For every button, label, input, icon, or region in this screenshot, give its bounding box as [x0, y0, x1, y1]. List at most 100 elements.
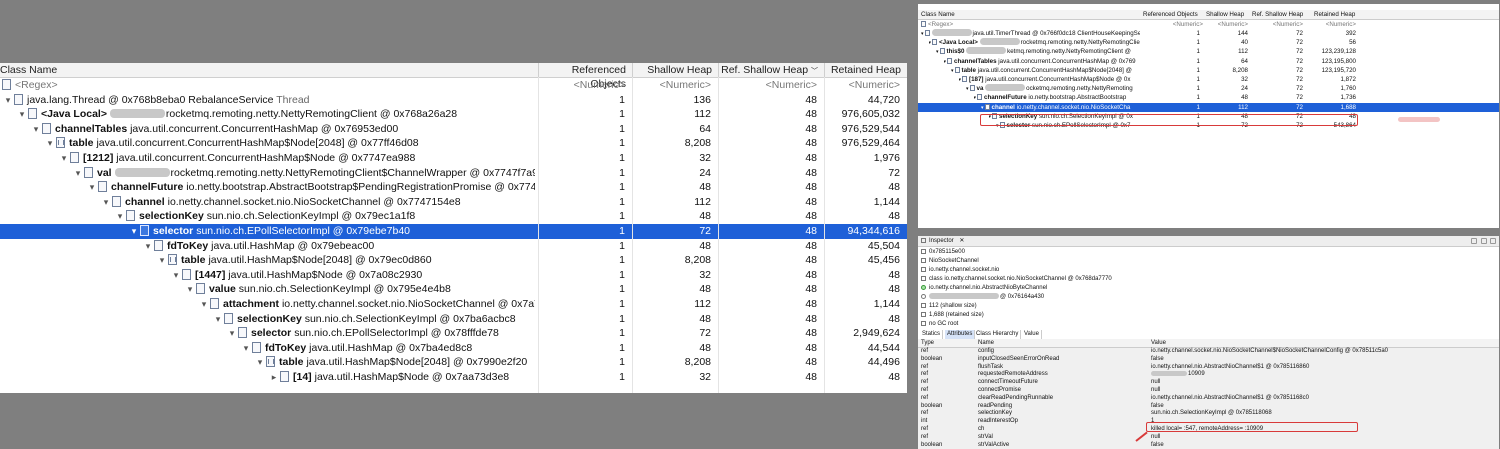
table-row[interactable]: ▾ channel io.netty.channel.socket.nio.Nio… [918, 102, 1499, 112]
shallow-filter-input[interactable]: <Numeric> [1208, 20, 1248, 29]
table-row[interactable]: ▾ channel io.netty.channel.socket.nio.Nio… [0, 195, 907, 210]
attribute-row[interactable]: boolean readPending false [918, 402, 1499, 411]
tree-toggle-icon[interactable]: ▾ [929, 40, 932, 46]
col-shallow-heap[interactable]: Shallow Heap [632, 63, 718, 77]
attribute-row[interactable]: ref config io.netty.channel.socket.nio.Nio… [918, 348, 1499, 356]
ref-shallow-filter-input[interactable]: <Numeric> [1263, 20, 1303, 29]
tree-toggle-icon[interactable]: ▸ [268, 370, 280, 385]
regex-filter-input[interactable]: <Regex> [921, 20, 953, 29]
tree-toggle-icon[interactable]: ▾ [156, 253, 168, 268]
minimize-icon[interactable] [1490, 238, 1496, 244]
shallow-filter-input[interactable]: <Numeric> [632, 78, 718, 93]
sync-icon[interactable] [1471, 238, 1477, 244]
table-row[interactable]: ▾ selector sun.nio.ch.EPollSelectorImpl @… [0, 326, 907, 341]
attribute-row[interactable]: boolean inputClosedSeenErrorOnRead false [918, 355, 1499, 364]
tree-toggle-icon[interactable]: ▾ [198, 297, 210, 312]
table-row[interactable]: ▾ table java.util.concurrent.ConcurrentHa… [918, 66, 1499, 75]
tree-toggle-icon[interactable]: ▾ [921, 31, 924, 37]
table-row[interactable]: ▾ selectionKey sun.nio.ch.SelectionKeyImp… [0, 312, 907, 327]
attribute-row[interactable]: boolean strValActive false [918, 441, 1499, 449]
table-row[interactable]: ▾ channelTables java.util.concurrent.Conc… [0, 122, 907, 137]
attr-col-name[interactable]: Name [978, 339, 994, 347]
tree-toggle-icon[interactable]: ▾ [966, 86, 969, 92]
tree-toggle-icon[interactable]: ▾ [44, 136, 56, 151]
attribute-row[interactable]: ref clearReadPendingRunnable io.netty.chan… [918, 394, 1499, 403]
tab-statics[interactable]: Statics [920, 330, 944, 339]
tree-toggle-icon[interactable]: ▾ [128, 224, 140, 239]
attribute-row[interactable]: ref requestedRemoteAddress 10909 [918, 371, 1499, 380]
col-ref-shallow-heap[interactable]: Ref. Shallow Heap ﹀ [718, 63, 824, 77]
tree-toggle-icon[interactable]: ▾ [254, 355, 266, 370]
table-row[interactable]: ▾ selector sun.nio.ch.EPollSelectorImpl @… [0, 224, 907, 239]
table-row[interactable]: ▾ [1212] java.util.concurrent.ConcurrentH… [0, 151, 907, 166]
tree-toggle-icon[interactable]: ▾ [30, 122, 42, 137]
table-row[interactable]: ▾ java.lang.Thread @ 0x768b8eba0 Rebalanc… [0, 93, 907, 108]
col-class-name[interactable]: Class Name [0, 63, 538, 77]
attribute-row[interactable]: ref flushTask io.netty.channel.nio.Abstrac… [918, 363, 1499, 372]
tree-toggle-icon[interactable]: ▾ [2, 93, 14, 108]
table-row[interactable]: ▾ channelFuture io.netty.bootstrap.Abstra… [918, 93, 1499, 102]
table-row[interactable]: ▾ <Java Local> rocketmq.remoting.netty.Ne… [918, 38, 1499, 47]
table-row[interactable]: ▾ [1447] java.util.HashMap$Node @ 0x7a08c… [0, 268, 907, 283]
tree-toggle-icon[interactable]: ▾ [226, 326, 238, 341]
table-row[interactable]: ▾ va ocketmq.remoting.netty.NettyRemoting… [918, 84, 1499, 93]
table-row[interactable]: ▾ table java.util.concurrent.ConcurrentHa… [0, 136, 907, 151]
retained-filter-input[interactable]: <Numeric> [824, 78, 907, 93]
tree-toggle-icon[interactable]: ▾ [86, 180, 98, 195]
attr-col-type[interactable]: Type [921, 339, 934, 347]
tree-toggle-icon[interactable]: ▾ [58, 151, 70, 166]
refs-filter-input[interactable]: <Numeric> [538, 78, 632, 93]
tree-toggle-icon[interactable]: ▾ [951, 68, 954, 74]
tree-toggle-icon[interactable]: ▾ [114, 209, 126, 224]
tree-toggle-icon[interactable]: ▾ [16, 107, 28, 122]
tree-toggle-icon[interactable]: ▾ [184, 282, 196, 297]
table-row[interactable]: ▾ attachment io.netty.channel.socket.nio.… [0, 297, 907, 312]
table-row[interactable]: ▾ table java.util.HashMap$Node[2048] @ 0x… [0, 355, 907, 370]
tree-toggle-icon[interactable]: ▾ [142, 239, 154, 254]
retained-filter-input[interactable]: <Numeric> [1316, 20, 1356, 29]
tab-value[interactable]: Value [1022, 330, 1042, 339]
ref-shallow-filter-input[interactable]: <Numeric> [718, 78, 824, 93]
table-row[interactable]: ▾ table java.util.HashMap$Node[2048] @ 0x… [0, 253, 907, 268]
rcol-class-name[interactable]: Class Name [921, 10, 955, 19]
table-row[interactable]: ▾ val rocketmq.remoting.netty.NettyRemoti… [0, 166, 907, 181]
col-referenced-objects[interactable]: Referenced Objects [538, 63, 632, 90]
tree-toggle-icon[interactable]: ▾ [72, 166, 84, 181]
tree-toggle-icon[interactable]: ▾ [212, 312, 224, 327]
table-row[interactable]: ▾ selectionKey sun.nio.ch.SelectionKeyImp… [0, 209, 907, 224]
tree-toggle-icon[interactable]: ▾ [944, 59, 947, 65]
table-row[interactable]: ▾ channelFuture io.netty.bootstrap.Abstra… [0, 180, 907, 195]
rcol-ref-shallow-heap[interactable]: Ref. Shallow Heap [1252, 10, 1303, 19]
attribute-row[interactable]: ref connectTimeoutFuture null [918, 379, 1499, 387]
attribute-row[interactable]: ref connectPromise null [918, 387, 1499, 395]
rcol-shallow-heap[interactable]: Shallow Heap [1206, 10, 1244, 19]
table-row[interactable]: ▾ this$0 ketmq.remoting.netty.NettyRemoti… [918, 47, 1499, 56]
attribute-row[interactable]: ref strVal null [918, 433, 1499, 442]
refs-filter-input[interactable]: <Numeric> [1163, 20, 1203, 29]
table-row[interactable]: ▾ <Java Local> rocketmq.remoting.netty.Ne… [0, 107, 907, 122]
table-row[interactable]: ▾ channelTables java.util.concurrent.Conc… [918, 57, 1499, 66]
table-row[interactable]: ▾ fdToKey java.util.HashMap @ 0x79ebeac00… [0, 239, 907, 254]
table-row[interactable]: ▾ fdToKey java.util.HashMap @ 0x7ba4ed8c8… [0, 341, 907, 356]
table-row[interactable]: ▾ value sun.nio.ch.SelectionKeyImpl @ 0x7… [0, 282, 907, 297]
col-retained-heap[interactable]: Retained Heap [824, 63, 907, 77]
tree-toggle-icon[interactable]: ▾ [240, 341, 252, 356]
close-icon[interactable]: ✕ [959, 238, 964, 244]
tab-class-hierarchy[interactable]: Class Hierarchy [974, 330, 1022, 339]
rcol-referenced-objects[interactable]: Referenced Objects [1143, 10, 1198, 19]
tree-toggle-icon[interactable]: ▾ [981, 105, 984, 111]
table-row[interactable]: ▾ java.util.TimerThread @ 0x766f0dc18 Cli… [918, 29, 1499, 38]
rcol-retained-heap[interactable]: Retained Heap [1314, 10, 1355, 19]
table-row[interactable]: ▸ [14] java.util.HashMap$Node @ 0x7aa73d3… [0, 370, 907, 385]
tree-toggle-icon[interactable]: ▾ [170, 268, 182, 283]
tree-toggle-icon[interactable]: ▾ [974, 95, 977, 101]
tree-toggle-icon[interactable]: ▾ [959, 77, 962, 83]
attr-col-value[interactable]: Value [1151, 339, 1166, 347]
regex-filter-input[interactable]: <Regex> [2, 78, 532, 93]
table-row[interactable]: ▾ [187] java.util.concurrent.ConcurrentHa… [918, 75, 1499, 84]
attribute-row[interactable]: ref selectionKey sun.nio.ch.SelectionKeyIm… [918, 410, 1499, 419]
tree-toggle-icon[interactable]: ▾ [100, 195, 112, 210]
tree-toggle-icon[interactable]: ▾ [936, 49, 939, 55]
tab-attributes[interactable]: Attributes [945, 330, 976, 339]
menu-icon[interactable] [1481, 238, 1487, 244]
